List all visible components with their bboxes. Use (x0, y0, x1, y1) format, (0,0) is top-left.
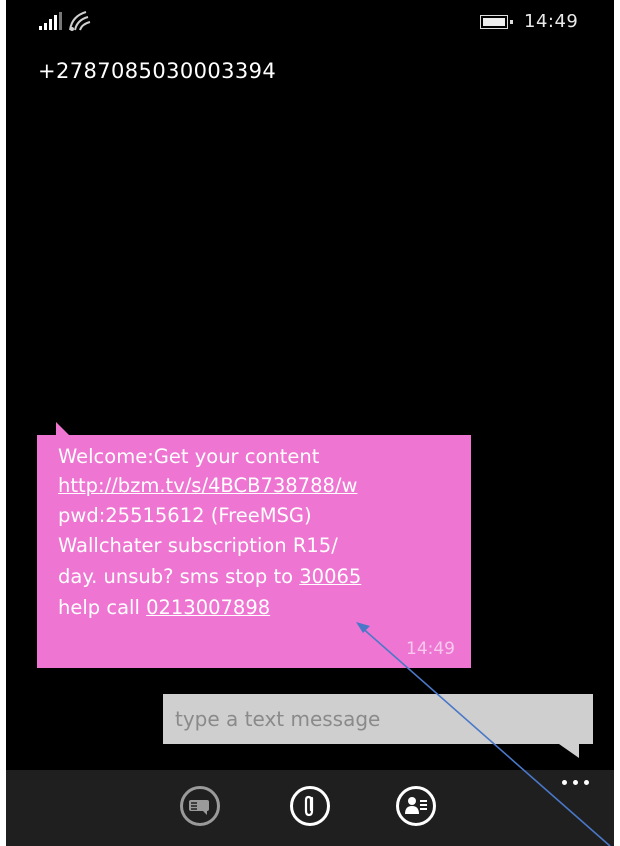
compose-message-input[interactable] (163, 694, 593, 744)
message-text: day. unsub? sms stop to (58, 565, 300, 588)
message-url-link[interactable]: http://bzm.tv/s/4BCB738788/w (58, 474, 357, 497)
message-line: Wallchater subscription R15/ (58, 534, 338, 557)
wifi-icon (69, 11, 91, 31)
message-timestamp: 14:49 (406, 639, 455, 659)
message-bubble-tail (56, 422, 70, 436)
help-phone-link[interactable]: 0213007898 (146, 596, 270, 619)
dot-icon (584, 780, 589, 785)
message-line: Welcome:Get your content (58, 445, 320, 468)
dot-icon (573, 780, 578, 785)
message-bubble[interactable]: Welcome:Get your content http://bzm.tv/s… (37, 435, 471, 668)
contact-button[interactable] (396, 786, 436, 826)
contact-number[interactable]: +2787085030003394 (38, 59, 276, 83)
contact-icon (405, 797, 427, 814)
message-line: pwd:25515612 (FreeMSG) (58, 504, 312, 527)
more-options-button[interactable] (556, 776, 596, 790)
attach-button[interactable] (290, 786, 330, 826)
message-text: help call (58, 596, 147, 619)
app-bar (6, 770, 614, 846)
switch-sim-button[interactable] (180, 786, 220, 826)
message-line: day. unsub? sms stop to 30065 (58, 565, 361, 588)
compose-bubble-tail (559, 744, 579, 758)
switch-sim-icon (189, 800, 209, 815)
status-time: 14:49 (524, 11, 579, 32)
attach-icon (304, 795, 314, 817)
message-line: http://bzm.tv/s/4BCB738788/w (58, 474, 357, 497)
battery-icon (480, 15, 513, 29)
message-line: help call 0213007898 (58, 596, 270, 619)
signal-strength-icon (39, 12, 62, 30)
shortcode-link[interactable]: 30065 (299, 565, 361, 588)
status-bar: 14:49 (6, 0, 614, 40)
dot-icon (562, 780, 567, 785)
phone-screen: 14:49 +2787085030003394 Welcome:Get your… (6, 0, 614, 846)
